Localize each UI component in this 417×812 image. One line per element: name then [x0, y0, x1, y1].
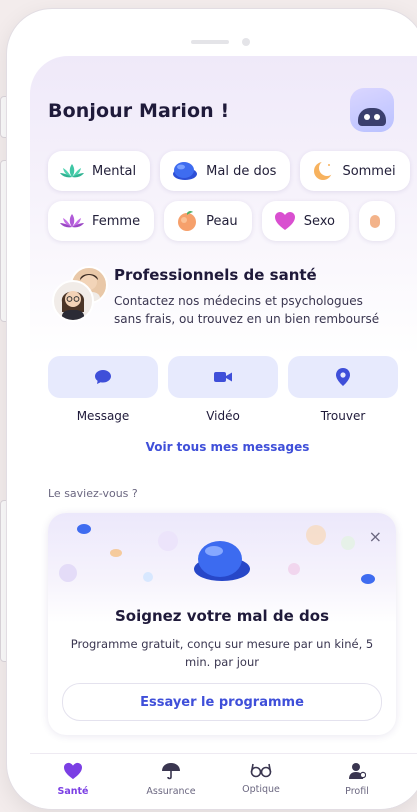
- professionals-subtitle: Contactez nos médecins et psychologues s…: [114, 294, 380, 326]
- moon-icon: [314, 160, 335, 180]
- find-button[interactable]: [288, 356, 398, 398]
- chip-label: Femme: [92, 213, 141, 229]
- profile-icon: [349, 763, 367, 779]
- heart-tab-icon: [64, 762, 82, 780]
- tab-label: Santé: [57, 786, 89, 797]
- tab-profil[interactable]: Profil: [322, 762, 392, 797]
- did-you-know-heading: Le saviez-vous ?: [48, 487, 138, 500]
- avatar-eye: [364, 114, 370, 120]
- tip-title: Soignez votre mal de dos: [114, 607, 330, 625]
- user-avatar[interactable]: [350, 88, 394, 132]
- umbrella-icon: [162, 763, 180, 780]
- chip-peau[interactable]: Peau: [164, 201, 252, 241]
- tab-label: Assurance: [146, 786, 196, 797]
- glasses-icon: [250, 763, 272, 778]
- chip-label: Peau: [206, 213, 238, 229]
- chip-label: Sexo: [303, 213, 335, 229]
- tab-label: Profil: [345, 786, 369, 797]
- app-screen: Bonjour Marion ! Mental Mal de dos Somme…: [30, 56, 417, 808]
- chip-label: Mal de dos: [206, 163, 277, 179]
- chip-label: Sommei: [342, 163, 396, 179]
- tip-card: × Soignez votre mal de dos Programme gra…: [48, 513, 396, 735]
- message-action[interactable]: Message: [48, 356, 158, 423]
- professionals-title: Professionnels de santé: [114, 266, 317, 284]
- lotus-icon: [60, 164, 84, 178]
- psychologist-avatar: [52, 280, 94, 322]
- chip-mental[interactable]: Mental: [48, 151, 151, 191]
- bottom-tab-bar: Santé Assurance Optique Profil: [30, 753, 417, 808]
- speaker-slot: [191, 40, 229, 44]
- turtle-shell-illustration: [194, 541, 250, 581]
- avatar-eye: [374, 114, 380, 120]
- chip-femme[interactable]: Femme: [48, 201, 155, 241]
- close-icon[interactable]: ×: [369, 527, 382, 546]
- video-action[interactable]: Vidéo: [168, 356, 278, 423]
- front-camera: [242, 38, 250, 46]
- tab-optique[interactable]: Optique: [226, 762, 296, 795]
- video-camera-icon: [214, 372, 232, 382]
- try-program-button[interactable]: Essayer le programme: [62, 683, 382, 721]
- tab-sante[interactable]: Santé: [38, 762, 108, 797]
- tip-description: Programme gratuit, conçu sur mesure par …: [70, 637, 374, 669]
- turtle-shell-icon: [173, 162, 198, 180]
- tab-label: Optique: [242, 784, 280, 795]
- location-pin-icon: [336, 368, 350, 386]
- topic-chips-row-1: Mental Mal de dos Sommei: [48, 151, 417, 191]
- chip-mal-de-dos[interactable]: Mal de dos: [160, 151, 291, 191]
- contact-actions: Message Vidéo Trouver: [48, 356, 398, 423]
- video-label: Vidéo: [206, 409, 240, 423]
- video-button[interactable]: [168, 356, 278, 398]
- find-action[interactable]: Trouver: [288, 356, 398, 423]
- message-button[interactable]: [48, 356, 158, 398]
- chip-sexo[interactable]: Sexo: [261, 201, 349, 241]
- chip-sommeil[interactable]: Sommei: [300, 151, 410, 191]
- see-all-messages-link[interactable]: Voir tous mes messages: [30, 440, 417, 454]
- tab-assurance[interactable]: Assurance: [136, 762, 206, 797]
- chip-more[interactable]: [358, 201, 395, 241]
- hand-icon: [369, 215, 380, 228]
- topic-chips-row-2: Femme Peau Sexo: [48, 201, 417, 241]
- find-label: Trouver: [320, 409, 366, 423]
- chip-label: Mental: [92, 163, 137, 179]
- flower-icon: [60, 214, 84, 228]
- heart-icon: [274, 212, 295, 230]
- message-label: Message: [76, 409, 130, 423]
- chat-icon: [95, 370, 111, 384]
- phone-frame: Bonjour Marion ! Mental Mal de dos Somme…: [6, 8, 417, 810]
- greeting-title: Bonjour Marion !: [48, 100, 230, 122]
- avatar-face: [358, 108, 386, 126]
- peach-icon: [178, 211, 197, 231]
